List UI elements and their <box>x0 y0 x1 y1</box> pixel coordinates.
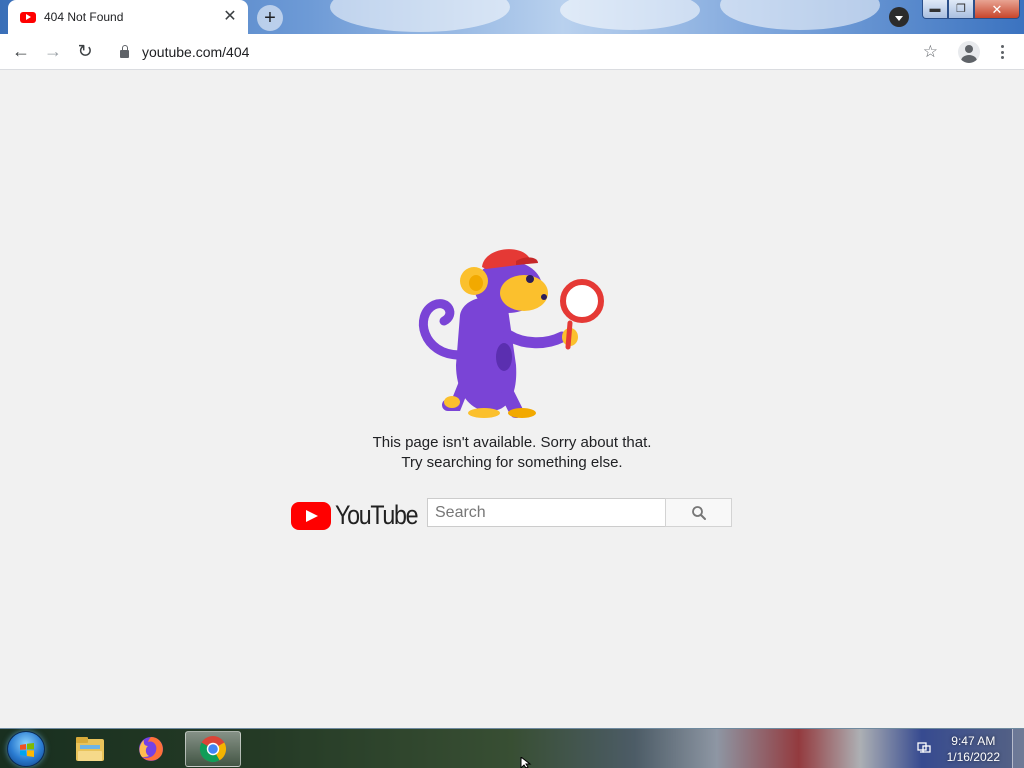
taskbar-clock[interactable]: 9:47 AM 1/16/2022 <box>947 733 1000 765</box>
firefox-icon <box>139 737 163 761</box>
youtube-wordmark: YouTube <box>335 500 419 530</box>
tab-404-not-found[interactable]: 404 Not Found ✕ <box>8 0 248 34</box>
back-button[interactable]: ← <box>5 36 37 68</box>
error-message-line-2: Try searching for something else. <box>401 454 623 471</box>
lock-icon[interactable] <box>120 45 129 58</box>
maximize-button[interactable]: ❐ <box>948 0 974 19</box>
bookmark-star-icon[interactable]: ☆ <box>923 42 938 62</box>
address-bar[interactable]: youtube.com/404 ☆ <box>108 37 946 67</box>
tab-close-icon[interactable]: ✕ <box>222 9 238 25</box>
reload-button[interactable]: ↻ <box>69 36 101 68</box>
youtube-search-row: YouTube <box>291 497 736 531</box>
search-input[interactable] <box>427 498 666 527</box>
url-text[interactable]: youtube.com/404 <box>142 44 249 60</box>
youtube-play-icon <box>291 501 331 530</box>
tab-title: 404 Not Found <box>44 10 124 24</box>
menu-dot <box>1000 50 1004 54</box>
error-message-line-1: This page isn't available. Sorry about t… <box>372 434 652 451</box>
mouse-cursor-icon <box>520 757 532 768</box>
clock-time: 9:47 AM <box>951 734 996 748</box>
browser-toolbar: ← → ↻ youtube.com/404 ☆ <box>0 34 1024 70</box>
minimize-button[interactable]: ▬ <box>922 0 948 19</box>
folder-icon <box>76 737 104 761</box>
windows-logo-icon <box>20 743 34 757</box>
browser-tab-strip: 404 Not Found ✕ + ▬ ❐ ✕ <box>0 0 1024 34</box>
sky-cloud <box>560 0 700 30</box>
page-content: This page isn't available. Sorry about t… <box>0 71 1024 728</box>
browser-menu-icon[interactable] <box>994 43 1010 61</box>
monkey-illustration <box>418 249 604 418</box>
taskbar-chrome[interactable] <box>185 731 241 767</box>
taskbar-firefox[interactable] <box>123 731 179 767</box>
tab-search-button[interactable] <box>889 7 909 27</box>
profile-avatar-icon[interactable] <box>958 41 980 63</box>
system-tray: 9:47 AM 1/16/2022 <box>904 729 1024 768</box>
taskbar-file-explorer[interactable] <box>62 731 118 767</box>
close-window-button[interactable]: ✕ <box>974 0 1020 19</box>
show-desktop-button[interactable] <box>1012 729 1024 768</box>
menu-dot <box>1000 56 1004 59</box>
chrome-icon <box>199 736 227 763</box>
sky-cloud <box>330 0 510 32</box>
clock-date: 1/16/2022 <box>946 750 1000 764</box>
youtube-logo[interactable]: YouTube <box>291 500 431 531</box>
window-controls: ▬ ❐ ✕ <box>922 0 1020 19</box>
sky-cloud <box>720 0 880 30</box>
search-button[interactable] <box>665 498 732 527</box>
forward-button[interactable]: → <box>37 36 69 68</box>
search-icon <box>691 505 706 520</box>
start-button[interactable] <box>7 731 45 767</box>
new-tab-button[interactable]: + <box>257 5 283 31</box>
error-message: This page isn't available. Sorry about t… <box>0 433 1024 473</box>
network-icon[interactable] <box>916 740 932 756</box>
menu-dot <box>1000 45 1004 48</box>
youtube-favicon-icon <box>20 11 36 23</box>
windows-taskbar: 9:47 AM 1/16/2022 <box>0 728 1024 768</box>
